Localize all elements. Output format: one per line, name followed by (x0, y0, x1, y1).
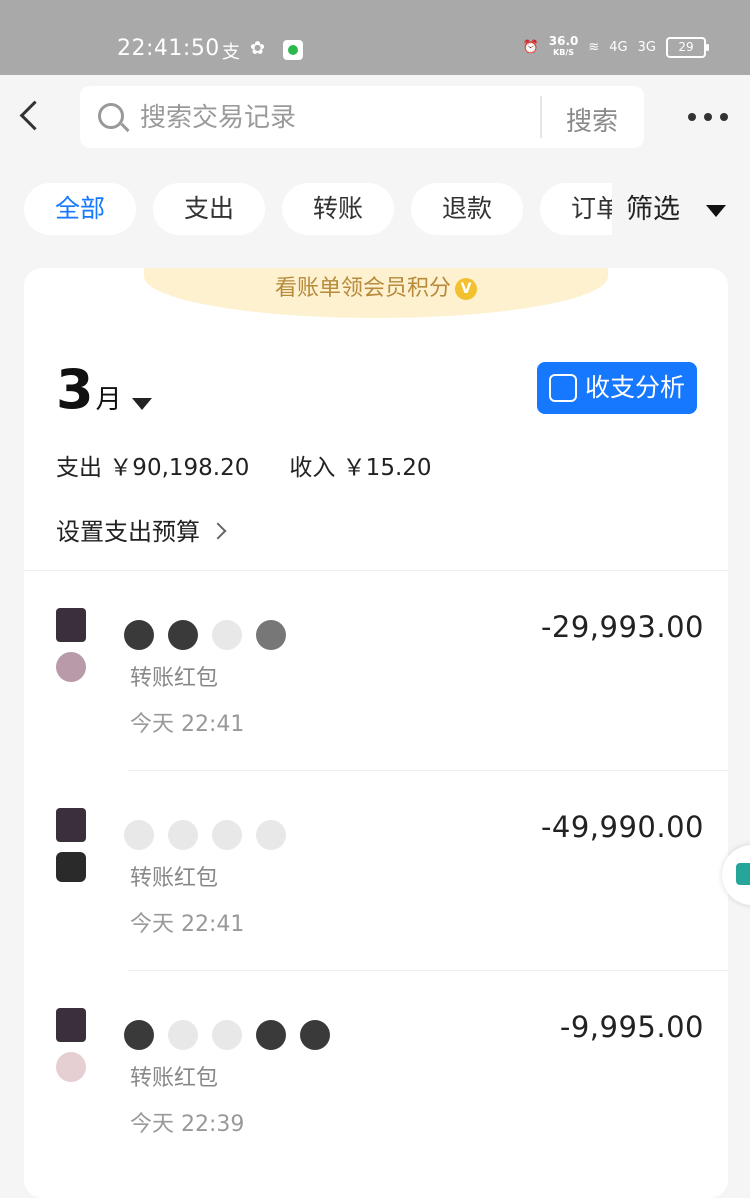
status-right-group: ⏰ 36.0 KB/S ≋ 4G 3G 29 (522, 34, 709, 58)
analysis-label: 收支分析 (585, 373, 686, 402)
chevron-right-icon (209, 522, 227, 540)
search-box[interactable]: 搜索 (80, 86, 644, 148)
transaction-time: 今天 22:41 (130, 712, 245, 737)
month-number: 3 (56, 358, 94, 421)
triangle-down-icon (131, 397, 152, 410)
transaction-type: 转账红包 (130, 666, 219, 691)
alipay-icon: 支 (222, 42, 240, 63)
month-totals: 支出 ￥90,198.20 收入 ￥15.20 (56, 448, 432, 482)
more-menu-icon[interactable] (688, 113, 728, 121)
network-speed: 36.0 KB/S (548, 34, 579, 58)
avatar (48, 808, 94, 888)
signal-4g-icon: 4G (609, 39, 628, 55)
transaction-amount: -29,993.00 (540, 610, 704, 644)
budget-label: 设置支出预算 (56, 518, 200, 546)
signal-3g-icon: 3G (637, 39, 656, 55)
transaction-row[interactable]: 转账红包 今天 22:41 -29,993.00 (24, 570, 728, 770)
network-speed-unit: KB/S (553, 48, 575, 57)
transaction-amount: -49,990.00 (540, 810, 704, 844)
top-bar: 搜索 (0, 75, 750, 163)
transaction-type: 转账红包 (130, 866, 219, 891)
expense-total: 支出 ￥90,198.20 (56, 455, 250, 481)
analysis-button[interactable]: 收支分析 (537, 362, 697, 414)
wechat-icon: ✿ (250, 38, 266, 59)
avatar (48, 1008, 94, 1088)
transaction-row[interactable]: 转账红包 今天 22:39 -9,995.00 (24, 970, 728, 1170)
vip-badge-icon: V (455, 278, 477, 300)
alarm-icon: ⏰ (522, 39, 539, 55)
search-input[interactable] (138, 94, 532, 142)
bill-card: 看账单领会员积分 V 3月 收支分析 支出 ￥90,198.20 收入 ￥15.20… (24, 268, 728, 1198)
search-icon (98, 103, 124, 129)
back-arrow-icon[interactable] (19, 100, 50, 131)
member-points-banner[interactable]: 看账单领会员积分 V (144, 268, 608, 318)
obscured-name (124, 820, 286, 850)
banner-text: 看账单领会员积分 (274, 276, 451, 301)
search-divider (540, 96, 542, 138)
transaction-list: 转账红包 今天 22:41 -29,993.00 转账红包 今天 22:41 -… (24, 570, 728, 1170)
search-button[interactable]: 搜索 (566, 101, 618, 138)
chip-expense[interactable]: 支出 (153, 183, 265, 235)
obscured-name (124, 1020, 330, 1050)
month-unit: 月 (95, 385, 122, 415)
wifi-icon: ≋ (588, 39, 600, 55)
month-selector[interactable]: 3月 (56, 358, 152, 421)
budget-link[interactable]: 设置支出预算 (56, 512, 227, 547)
filter-label: 筛选 (626, 194, 680, 225)
filter-chips: 全部 支出 转账 退款 订单 筛选 (0, 180, 750, 240)
transaction-time: 今天 22:41 (130, 912, 245, 937)
triangle-down-icon (706, 205, 726, 217)
transaction-type: 转账红包 (130, 1066, 219, 1091)
filter-dropdown[interactable]: 筛选 (612, 180, 750, 240)
transaction-row[interactable]: 转账红包 今天 22:41 -49,990.00 (24, 770, 728, 970)
obscured-name (124, 620, 286, 650)
app-notification-icon (283, 40, 303, 60)
network-speed-value: 36.0 (548, 34, 579, 48)
transaction-time: 今天 22:39 (130, 1112, 245, 1137)
transaction-amount: -9,995.00 (559, 1010, 704, 1044)
battery-icon: 29 (666, 36, 709, 58)
chip-all[interactable]: 全部 (24, 183, 136, 235)
income-total: 收入 ￥15.20 (289, 455, 432, 481)
chip-refund[interactable]: 退款 (411, 183, 523, 235)
status-bar: 22:41:50 支 ✿ ⏰ 36.0 KB/S ≋ 4G 3G 29 (0, 0, 750, 75)
chart-icon (549, 374, 577, 402)
status-time: 22:41:50 (117, 36, 220, 61)
avatar (48, 608, 94, 688)
chip-transfer[interactable]: 转账 (282, 183, 394, 235)
